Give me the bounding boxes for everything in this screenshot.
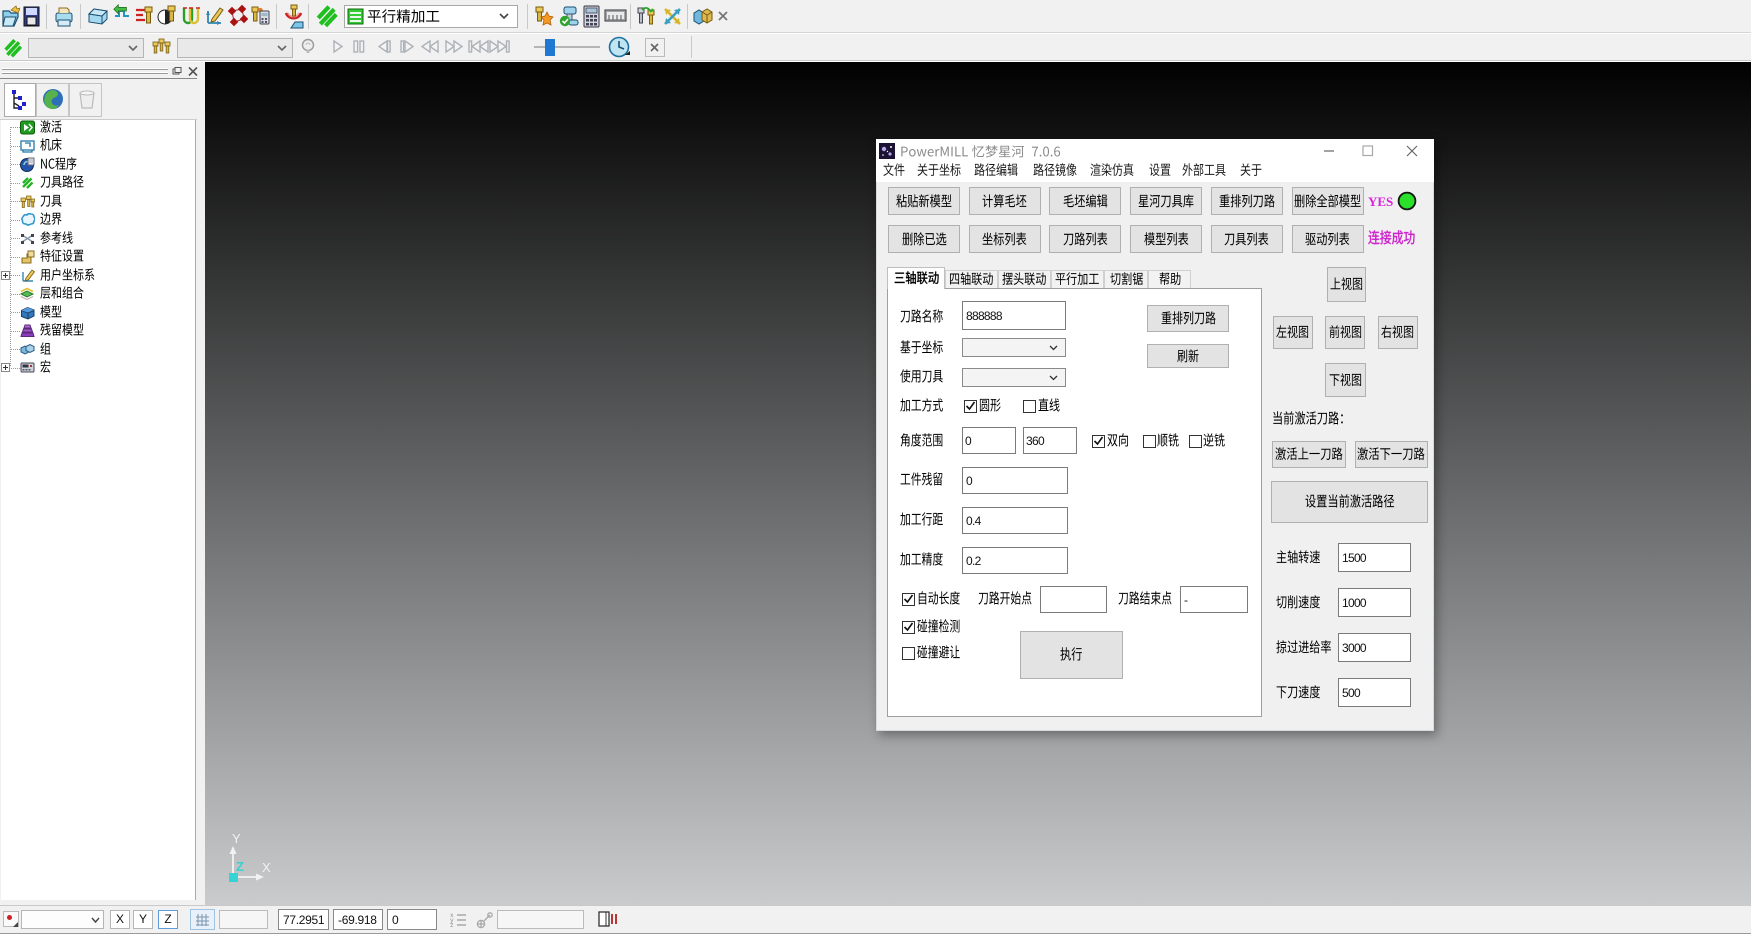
svg-text:z: z [450,922,454,928]
svg-text:Y: Y [232,831,241,846]
svg-text:Z: Z [236,859,244,874]
svg-text:X: X [262,860,271,875]
